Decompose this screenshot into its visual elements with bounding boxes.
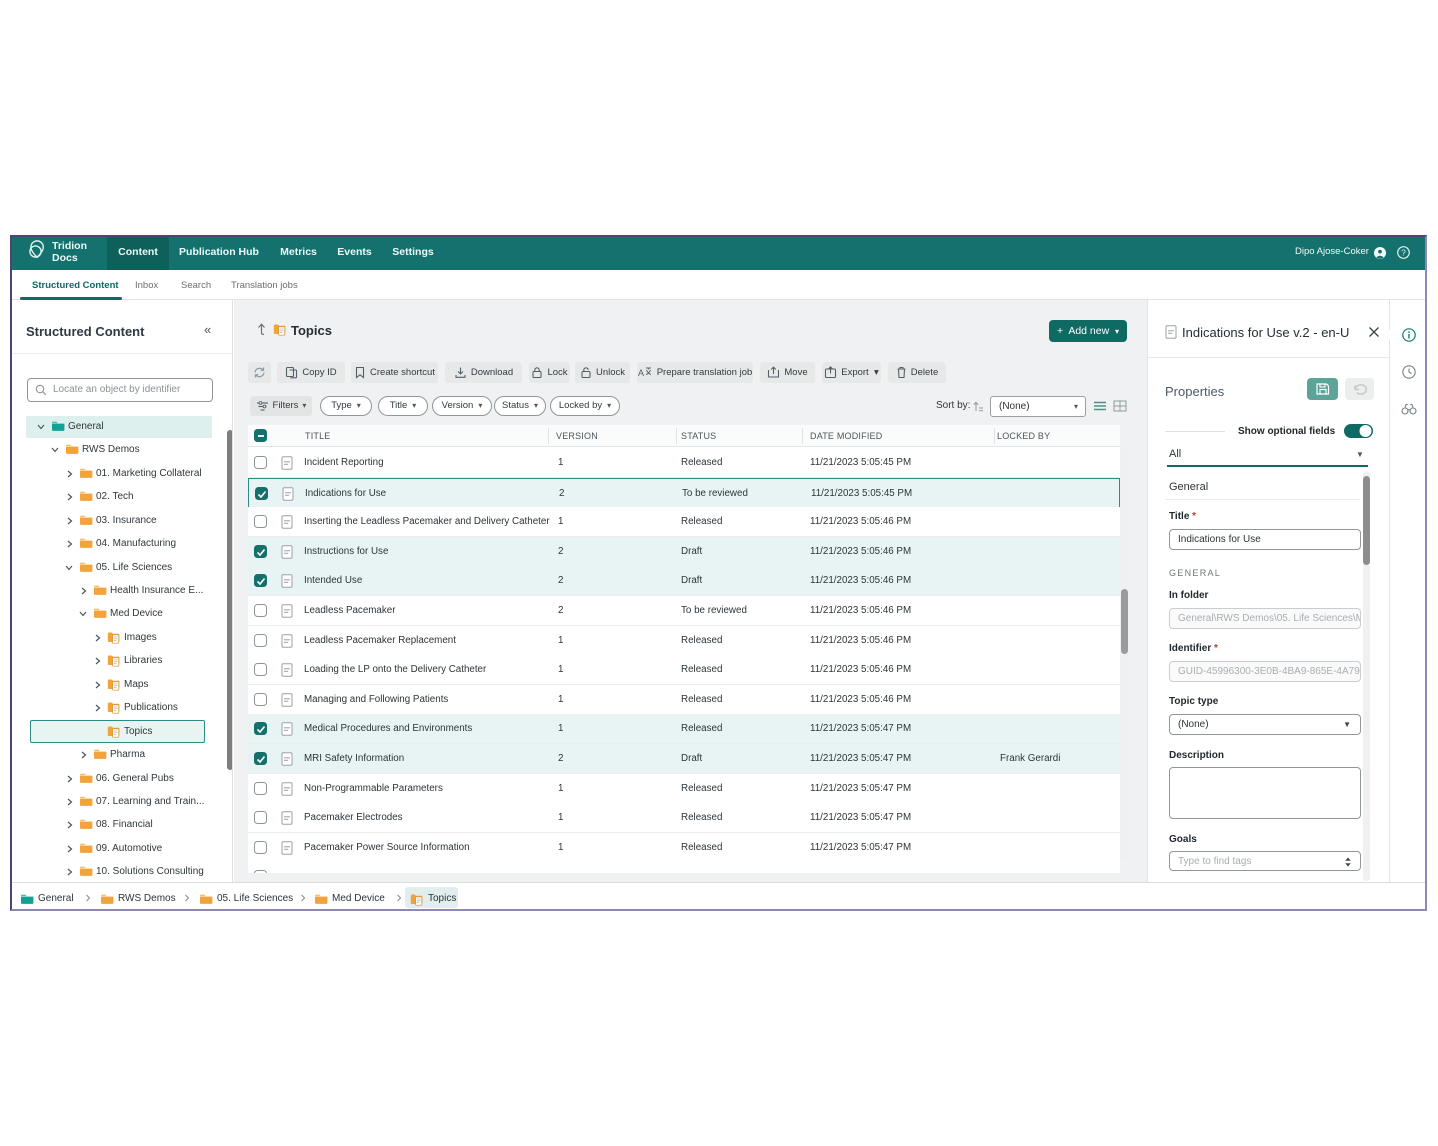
svg-text:A: A [638,368,644,378]
svg-text:?: ? [1401,247,1406,257]
